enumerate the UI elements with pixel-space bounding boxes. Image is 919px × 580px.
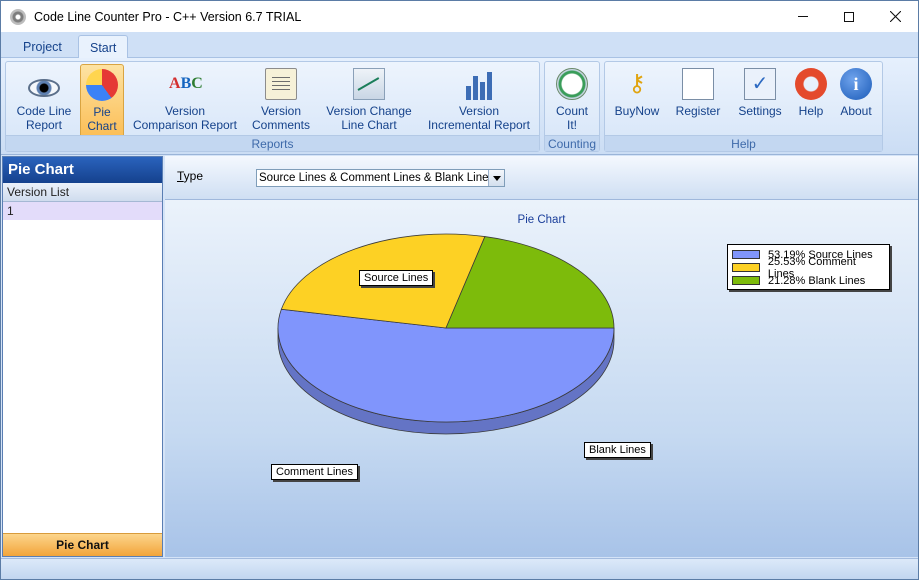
register-label: Register [675,104,721,118]
abc-icon: ABC [169,75,203,92]
legend-swatch [732,276,760,285]
buynow-label: BuyNow [614,104,660,118]
buynow-button[interactable]: ⚷ BuyNow [609,64,665,138]
help-button[interactable]: Help [791,64,831,138]
maximize-icon [844,11,854,22]
chart-area: Type Source Lines & Comment Lines & Blan… [165,156,918,557]
envelope-icon [682,68,714,100]
code-line-report-label: Code Line Report [16,104,72,132]
info-icon: i [840,68,872,100]
app-window: Code Line Counter Pro - C++ Version 6.7 … [0,0,919,580]
legend-label: 21.28% Blank Lines [768,274,866,287]
version-comments-button[interactable]: Version Comments [246,64,316,138]
line-chart-icon [353,68,385,100]
ribbon-tab-strip: Project Start [1,32,918,59]
version-comparison-report-label: Version Comparison Report [132,104,238,132]
close-button[interactable] [872,1,918,32]
counting-group-label: Counting [545,135,599,151]
chart-legend: 53.19% Source Lines 25.53% Comment Lines… [727,244,890,290]
count-it-button[interactable]: Count It! [549,64,595,138]
version-comments-label: Version Comments [251,104,310,132]
version-list-header[interactable]: Version List [3,183,162,202]
legend-item: 25.53% Comment Lines [732,256,885,280]
about-label: About [840,104,872,118]
pie-chart-nav-button[interactable]: Pie Chart [3,533,162,556]
ribbon: Code Line Report Pie Chart ABC Version C… [1,58,918,155]
pie-chart [277,233,615,435]
version-change-line-chart-label: Version Change Line Chart [326,104,412,132]
code-line-report-button[interactable]: Code Line Report [12,64,76,138]
version-incremental-report-label: Version Incremental Report [427,104,531,132]
settings-label: Settings [738,104,782,118]
pie-chart-label: Pie Chart [87,105,117,133]
panel-title: Pie Chart [3,157,162,183]
settings-button[interactable]: ✓ Settings [731,64,789,138]
tab-project[interactable]: Project [12,35,73,59]
title-bar: Code Line Counter Pro - C++ Version 6.7 … [1,1,918,32]
key-icon: ⚷ [628,70,646,97]
pie-chart-button[interactable]: Pie Chart [80,64,124,138]
slice-label-blank: Blank Lines [584,442,651,458]
help-label: Help [798,104,824,118]
tab-start[interactable]: Start [78,35,129,59]
slice-label-source: Source Lines [359,270,434,286]
version-panel: Pie Chart Version List 1 Pie Chart [2,156,163,557]
bar-chart-icon [463,68,495,100]
minimize-button[interactable] [780,1,826,32]
minimize-icon [798,16,808,17]
version-comparison-report-button[interactable]: ABC Version Comparison Report [130,64,240,138]
status-bar [1,558,918,579]
help-group-label: Help [605,135,882,151]
window-title: Code Line Counter Pro - C++ Version 6.7 … [34,9,302,24]
legend-swatch [732,250,760,259]
reports-group-label: Reports [6,135,539,151]
legend-item: 21.28% Blank Lines [732,274,885,287]
reports-group: Code Line Report Pie Chart ABC Version C… [5,61,540,152]
clock-icon [556,68,588,100]
help-group: ⚷ BuyNow Register ✓ Settings Help i Abou… [604,61,883,152]
maximize-button[interactable] [826,1,872,32]
lifebuoy-icon [795,68,827,100]
pie-chart-icon [86,69,118,101]
version-list-item[interactable]: 1 [3,202,162,220]
eye-icon [28,79,60,97]
app-icon [10,8,26,25]
count-it-label: Count It! [555,104,589,132]
counting-group: Count It! Counting [544,61,600,152]
slice-label-comment: Comment Lines [271,464,359,480]
register-button[interactable]: Register [669,64,727,138]
close-icon [889,11,901,22]
notepad-icon [265,68,297,100]
about-button[interactable]: i About [833,64,879,138]
version-change-line-chart-button[interactable]: Version Change Line Chart [322,64,416,138]
version-incremental-report-button[interactable]: Version Incremental Report [422,64,536,138]
checklist-icon: ✓ [744,68,776,100]
legend-swatch [732,263,760,272]
